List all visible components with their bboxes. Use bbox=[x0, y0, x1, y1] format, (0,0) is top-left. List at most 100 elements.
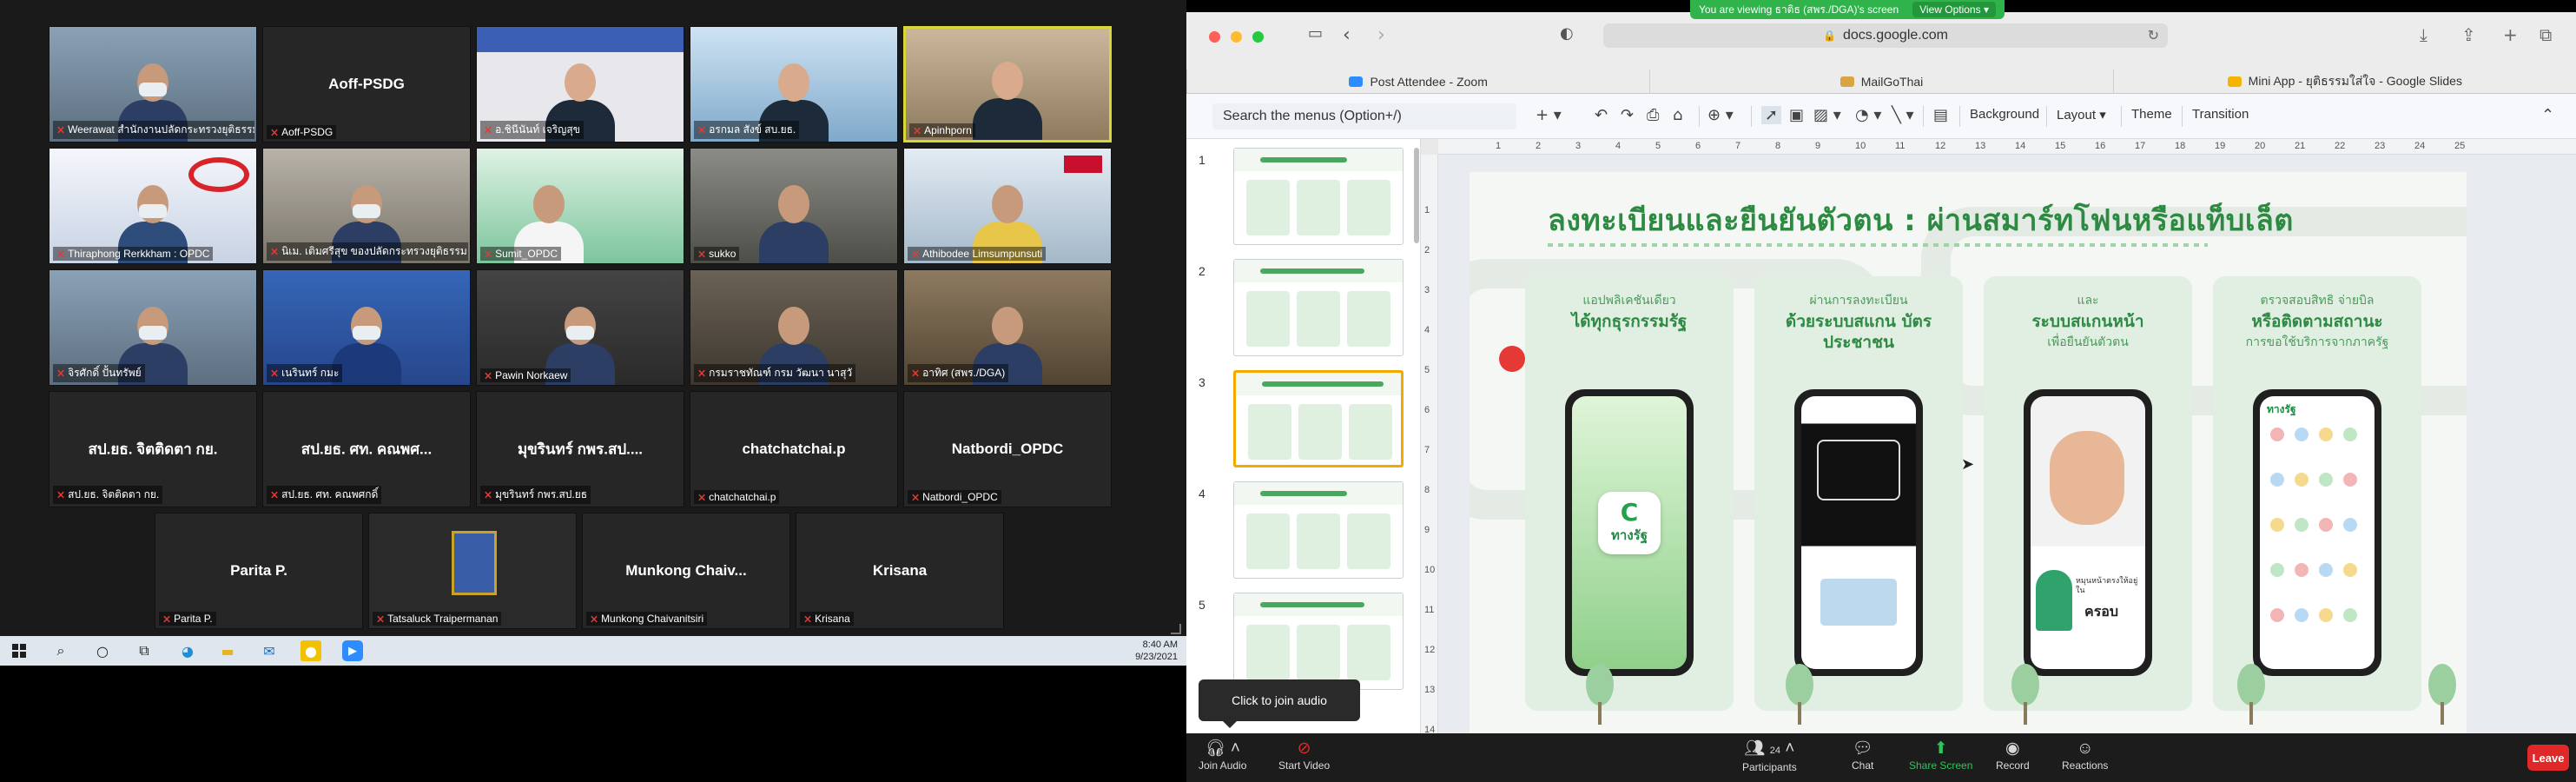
caption-large: ระบบสแกนหน้า bbox=[2031, 312, 2144, 331]
participant-tile[interactable]: ⨯ Athibodee Limsumpunsuti bbox=[903, 148, 1112, 264]
participant-tile[interactable]: ⨯ กรมราชทัณฑ์ กรม วัฒนา นาสุวั bbox=[690, 269, 898, 386]
slide-3[interactable]: ลงทะเบียนและยืนยันตัวตน : ผ่านสมาร์ทโฟนห… bbox=[1470, 172, 2467, 733]
close-window-button[interactable] bbox=[1209, 31, 1220, 43]
forward-icon[interactable]: › bbox=[1377, 24, 1385, 46]
paint-format-icon[interactable]: ⌂ bbox=[1673, 106, 1682, 124]
slide-thumbnail-2[interactable]: 2 bbox=[1199, 259, 1407, 361]
participant-tile[interactable]: ⨯ Weerawat สำนักงานปลัดกระทรวงยุติธรรม bbox=[49, 26, 257, 142]
redo-icon[interactable]: ↷ bbox=[1621, 106, 1634, 124]
comment-icon[interactable]: ▤ bbox=[1933, 106, 1948, 124]
participant-tile[interactable]: Parita P. ⨯ Parita P. bbox=[155, 513, 363, 629]
participant-tile[interactable]: ⨯ จิรศักดิ์ ปั้นทรัพย์ bbox=[49, 269, 257, 386]
participant-tile[interactable]: ⨯ Pawin Norkaew bbox=[476, 269, 684, 386]
participant-tile[interactable]: Krisana ⨯ Krisana bbox=[796, 513, 1004, 629]
leave-button[interactable]: Leave bbox=[2527, 745, 2569, 771]
line-app-icon[interactable]: ● bbox=[301, 640, 321, 661]
participant-tile[interactable]: ⨯ Tatsaluck Traipermanan bbox=[368, 513, 577, 629]
maximize-window-button[interactable] bbox=[1252, 31, 1265, 43]
address-bar[interactable]: 🔒 docs.google.com ↻ bbox=[1603, 23, 2168, 48]
download-icon[interactable]: ⤓ bbox=[2420, 24, 2427, 45]
tab-overview-icon[interactable]: ⧉ bbox=[2540, 24, 2552, 45]
share-screen-icon: ⬆ bbox=[1933, 739, 1948, 758]
participant-tile[interactable]: ⨯ sukko bbox=[690, 148, 898, 264]
slide-thumbnail-1[interactable]: 1 bbox=[1199, 148, 1407, 250]
search-icon[interactable]: ⌕ bbox=[50, 640, 71, 661]
edge-browser-icon[interactable]: ◕ bbox=[177, 640, 198, 661]
share-icon[interactable]: ⇪ bbox=[2461, 24, 2476, 45]
menu-search-input[interactable]: Search the menus (Option+/) bbox=[1212, 103, 1516, 129]
browser-tab[interactable]: Mini App - ยุติธรรมใส่ใจ - Google Slides bbox=[2112, 70, 2576, 94]
undo-icon[interactable]: ↶ bbox=[1595, 106, 1608, 124]
view-options-button[interactable]: View Options ▾ bbox=[1912, 2, 1996, 17]
reactions-button[interactable]: ☺︎ Reactions bbox=[2062, 739, 2108, 772]
tree-trunk bbox=[1798, 702, 1801, 725]
participant-tile[interactable]: ⨯ อ.ชินีนันท์ เจริญสุข bbox=[476, 26, 684, 142]
participant-name-label: ⨯ Thiraphong Rerkkham : OPDC bbox=[53, 247, 214, 261]
collapse-toolbar-icon[interactable]: ⌃ bbox=[2541, 106, 2554, 124]
slide-preview bbox=[1233, 370, 1404, 467]
slide-thumbnail-3[interactable]: 3 bbox=[1199, 370, 1407, 473]
ruler-tick-label: 19 bbox=[2215, 141, 2226, 151]
participant-tile[interactable]: Munkong Chaiv... ⨯ Munkong Chaivanitsiri bbox=[582, 513, 790, 629]
zoom-icon[interactable]: ⊕ ▾ bbox=[1707, 106, 1734, 124]
slide-thumbnail-4[interactable]: 4 bbox=[1199, 481, 1407, 584]
join-audio-button[interactable]: 🎧︎ ˄ Join Audio bbox=[1199, 739, 1246, 772]
participant-name: สป.ยธ. จิตติดตา กย. bbox=[68, 488, 160, 500]
participant-tile[interactable]: ⨯ Apinhporn bbox=[903, 26, 1112, 142]
participant-name: Aoff-PSDG bbox=[281, 126, 334, 138]
mail-icon[interactable]: ✉ bbox=[259, 640, 280, 661]
participant-tile[interactable]: สป.ยธ. จิตติดตา กย. ⨯ สป.ยธ. จิตติดตา กย. bbox=[49, 391, 257, 507]
participant-tile[interactable]: สป.ยธ. ศท. คณพศ... ⨯ สป.ยธ. ศท. คณพศกดิ์ bbox=[262, 391, 471, 507]
participant-name-label: ⨯ Natbordi_OPDC bbox=[908, 490, 1001, 504]
textbox-icon[interactable]: ▣ bbox=[1789, 106, 1804, 124]
task-view-icon[interactable]: ⧉ bbox=[134, 640, 155, 661]
theme-button[interactable]: Theme bbox=[2131, 107, 2172, 122]
line-icon[interactable]: ╲ ▾ bbox=[1892, 106, 1914, 124]
print-icon[interactable]: ⎙ bbox=[1647, 106, 1659, 124]
participant-name: เนรินทร์ กมะ bbox=[281, 367, 340, 379]
muted-mic-icon: ⨯ bbox=[697, 367, 707, 379]
shape-icon[interactable]: ◔ ▾ bbox=[1855, 106, 1881, 124]
start-video-button[interactable]: ⊘ Start Video bbox=[1278, 739, 1330, 772]
cortana-icon[interactable]: ○ bbox=[92, 640, 113, 661]
back-icon[interactable]: ‹ bbox=[1343, 24, 1351, 46]
layout-button[interactable]: Layout ▾ bbox=[2057, 107, 2106, 123]
participant-tile[interactable]: ⨯ นิเม. เติมศรีสุข ของปลัดกระทรวงยุติธรรม bbox=[262, 148, 471, 264]
background-button[interactable]: Background bbox=[1970, 107, 2039, 122]
minimize-window-button[interactable] bbox=[1231, 31, 1243, 43]
new-tab-icon[interactable]: + bbox=[2503, 24, 2518, 45]
select-tool-icon[interactable]: ➚ bbox=[1761, 106, 1782, 124]
layout-label: Layout bbox=[2057, 108, 2097, 123]
share-screen-button[interactable]: ⬆ Share Screen bbox=[1909, 739, 1972, 772]
browser-tab[interactable]: MailGoThai bbox=[1649, 70, 2112, 94]
participant-tile[interactable]: chatchatchai.p ⨯ chatchatchai.p bbox=[690, 391, 898, 507]
reload-icon[interactable]: ↻ bbox=[2148, 27, 2159, 44]
participant-tile[interactable]: ⨯ Thiraphong Rerkkham : OPDC bbox=[49, 148, 257, 264]
filmstrip-scrollbar[interactable] bbox=[1414, 148, 1419, 243]
participant-display-name: สป.ยธ. ศท. คณพศ... bbox=[301, 441, 433, 458]
browser-tab[interactable]: Post Attendee - Zoom bbox=[1186, 70, 1649, 94]
participant-tile[interactable]: ⨯ อาทิศ (สพร./DGA) bbox=[903, 269, 1112, 386]
clock-date: 9/23/2021 bbox=[1135, 652, 1178, 662]
sidebar-toggle-icon[interactable]: ▭ bbox=[1308, 24, 1323, 43]
participants-button[interactable]: 👥︎ 24 ˄ Participants bbox=[1742, 739, 1797, 773]
participant-tile[interactable]: ⨯ อรกมล สังข์ สบ.ยธ. bbox=[690, 26, 898, 142]
participant-tile[interactable]: Natbordi_OPDC ⨯ Natbordi_OPDC bbox=[903, 391, 1112, 507]
participant-tile[interactable]: มุขรินทร์ กพร.สป.... ⨯ มุขรินทร์ กพร.สป.ยธ bbox=[476, 391, 684, 507]
zoom-app-icon[interactable]: ▶ bbox=[342, 640, 363, 661]
image-icon[interactable]: ▨ ▾ bbox=[1813, 106, 1841, 124]
system-clock[interactable]: 8:40 AM 9/23/2021 bbox=[1135, 639, 1178, 663]
file-explorer-icon[interactable]: ▬ bbox=[217, 640, 238, 661]
windows-start-icon[interactable] bbox=[9, 640, 30, 661]
record-button[interactable]: ◉ Record bbox=[1996, 739, 2030, 772]
join-audio-tooltip: Click to join audio bbox=[1199, 679, 1360, 728]
participant-tile[interactable]: ⨯ เนรินทร์ กมะ bbox=[262, 269, 471, 386]
transition-button[interactable]: Transition bbox=[2192, 107, 2249, 122]
participant-tile[interactable]: Aoff-PSDG ⨯ Aoff-PSDG bbox=[262, 26, 471, 142]
chat-button[interactable]: 💬︎ Chat bbox=[1852, 739, 1873, 772]
participant-tile[interactable]: ⨯ Sumit_OPDC bbox=[476, 148, 684, 264]
participant-name-label: ⨯ chatchatchai.p bbox=[694, 490, 780, 504]
participant-name-label: ⨯ Aoff-PSDG bbox=[267, 125, 337, 139]
window-resize-grip[interactable] bbox=[1171, 624, 1181, 634]
new-slide-icon[interactable]: + ▾ bbox=[1536, 106, 1562, 124]
